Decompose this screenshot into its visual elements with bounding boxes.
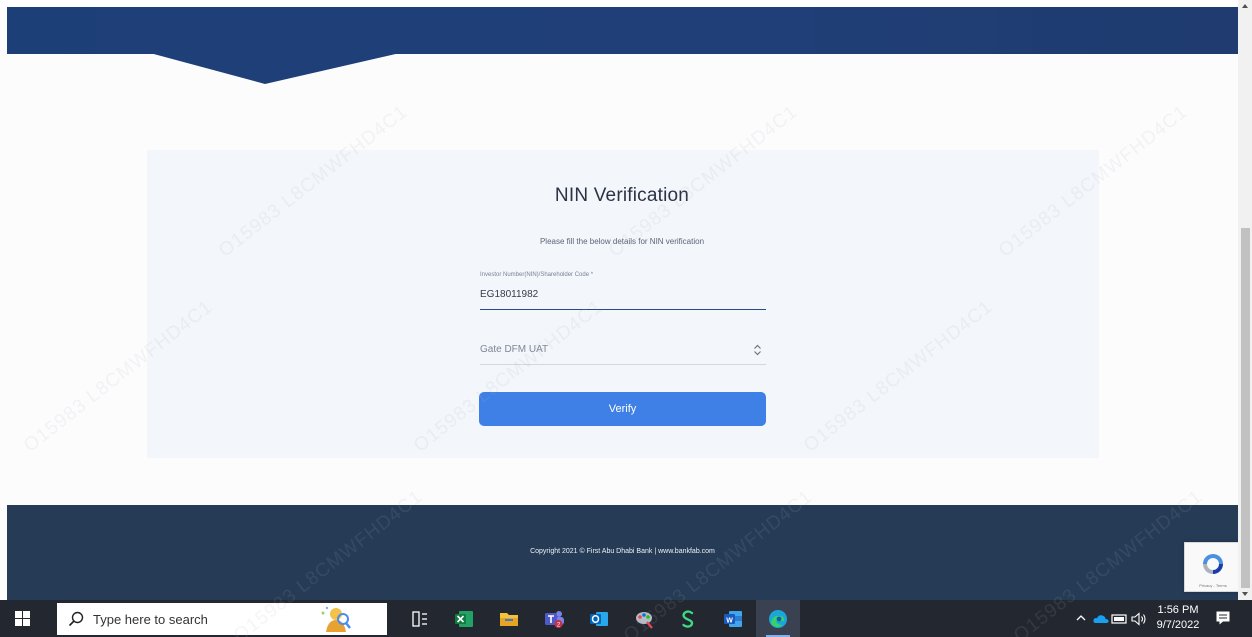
recaptcha-links[interactable]: Privacy - Terms xyxy=(1185,583,1241,588)
page-top-edge xyxy=(0,0,1238,7)
taskbar-edge[interactable] xyxy=(756,600,800,637)
recaptcha-badge[interactable]: Privacy - Terms xyxy=(1184,542,1240,592)
notification-center-icon[interactable] xyxy=(1215,610,1231,626)
windows-taskbar: Type here to search 2 W 1:56 PM 9/7/2022 xyxy=(0,600,1252,637)
investor-number-input[interactable] xyxy=(480,289,766,300)
network-icon[interactable] xyxy=(1111,614,1127,624)
search-highlight-icon xyxy=(321,606,351,632)
exchange-select-value: Gate DFM UAT xyxy=(480,344,549,355)
investor-number-label: Investor Number(NIN)/Shareholder Code * xyxy=(480,272,594,278)
start-button[interactable] xyxy=(0,600,46,637)
svg-text:W: W xyxy=(726,617,733,624)
card-subtitle: Please fill the below details for NIN ve… xyxy=(539,237,705,246)
excel-icon xyxy=(455,611,473,627)
investor-number-underline xyxy=(480,309,766,310)
tray-overflow-chevron-icon[interactable] xyxy=(1075,612,1087,624)
clock-time: 1:56 PM xyxy=(1157,604,1199,616)
scroll-up-arrow-icon[interactable] xyxy=(1238,0,1252,12)
taskbar-clock[interactable]: 1:56 PM 9/7/2022 xyxy=(1148,603,1208,633)
teams-icon: 2 xyxy=(545,611,564,629)
footer-copyright: Copyright 2021 © First Abu Dhabi Bank | … xyxy=(530,548,715,555)
select-updown-icon xyxy=(754,344,761,356)
header-chevron-shape xyxy=(150,53,400,84)
clock-date: 9/7/2022 xyxy=(1156,619,1200,631)
taskbar-teams[interactable]: 2 xyxy=(532,600,576,637)
search-icon xyxy=(68,611,84,627)
taskbar-file-explorer[interactable] xyxy=(487,600,531,637)
card-title: NIN Verification xyxy=(554,185,690,206)
task-view-icon xyxy=(412,611,427,627)
taskbar-snipping-tool[interactable] xyxy=(622,600,666,637)
verify-button[interactable]: Verify xyxy=(479,392,766,426)
edge-icon xyxy=(769,610,787,628)
browser-page: NIN Verification Please fill the below d… xyxy=(0,0,1240,600)
windows-start-icon xyxy=(15,611,30,626)
task-view-button[interactable] xyxy=(398,600,442,637)
taskbar-s-app[interactable] xyxy=(666,600,710,637)
screen: NIN Verification Please fill the below d… xyxy=(0,0,1252,637)
word-icon: W xyxy=(724,611,742,627)
header-band xyxy=(7,7,1238,54)
search-placeholder: Type here to search xyxy=(93,612,208,627)
page-footer: Copyright 2021 © First Abu Dhabi Bank | … xyxy=(7,505,1238,600)
exchange-select[interactable]: Gate DFM UAT xyxy=(480,340,766,365)
outlook-icon xyxy=(590,612,608,626)
onedrive-cloud-icon[interactable] xyxy=(1093,614,1109,624)
taskbar-outlook[interactable] xyxy=(577,600,621,637)
snipping-tool-icon xyxy=(636,612,653,629)
vertical-scrollbar[interactable] xyxy=(1238,0,1252,600)
file-explorer-icon xyxy=(500,613,518,626)
speaker-volume-icon[interactable] xyxy=(1131,612,1147,626)
taskbar-search-box[interactable]: Type here to search xyxy=(57,603,387,635)
recaptcha-icon xyxy=(1203,554,1223,574)
scroll-down-arrow-icon[interactable] xyxy=(1238,588,1252,600)
taskbar-word[interactable]: W xyxy=(711,600,755,637)
scroll-thumb[interactable] xyxy=(1241,228,1250,588)
taskbar-excel[interactable] xyxy=(442,600,486,637)
s-app-icon xyxy=(682,610,694,628)
